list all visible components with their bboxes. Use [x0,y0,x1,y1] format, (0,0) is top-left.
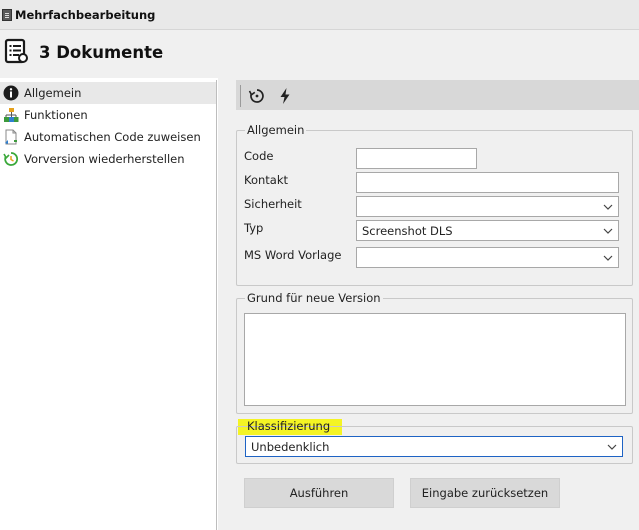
hierarchy-icon [2,106,20,124]
reset-input-button[interactable]: Eingabe zurücksetzen [410,478,560,508]
classification-value: Unbedenklich [251,439,330,454]
chevron-down-icon [607,444,617,450]
typ-select[interactable]: Screenshot DLS [356,220,619,241]
content-panel: Allgemein Code Kontakt Sicherheit Typ Sc… [218,78,639,530]
typ-value: Screenshot DLS [362,223,453,238]
execute-toolbar-button[interactable] [272,83,298,108]
window-title: Mehrfachbearbeitung [15,8,156,22]
classification-legend: Klassifizierung [247,419,331,433]
general-legend: Allgemein [245,123,307,137]
sidebar-item-label: Allgemein [24,86,82,100]
sidebar-item-label: Vorversion wiederherstellen [24,152,185,166]
sidebar: Allgemein Funktionen Automatischen Code … [0,80,217,530]
reason-textarea[interactable] [244,313,626,406]
execute-button[interactable]: Ausführen [244,478,394,508]
reset-button[interactable] [244,83,270,108]
sidebar-item-vorversion[interactable]: Vorversion wiederherstellen [0,148,216,170]
reset-icon [248,88,264,103]
document-code-icon [2,128,20,146]
code-label: Code [244,149,274,163]
toolbar-separator [240,85,241,107]
sidebar-item-automatischen-code[interactable]: Automatischen Code zuweisen [0,126,216,148]
code-input[interactable] [356,148,477,169]
page-title: 3 Dokumente [39,43,164,62]
sidebar-item-allgemein[interactable]: Allgemein [0,82,216,104]
sicherheit-select[interactable] [356,196,619,217]
chevron-down-icon [603,228,613,234]
chevron-down-icon [603,255,613,261]
chevron-down-icon [603,204,613,210]
kontakt-label: Kontakt [244,173,289,187]
app-icon [2,9,12,21]
restore-icon [2,150,20,168]
sidebar-item-label: Funktionen [24,108,88,122]
word-vorlage-label: MS Word Vorlage [244,248,342,262]
typ-label: Typ [244,221,264,235]
sidebar-item-funktionen[interactable]: Funktionen [0,104,216,126]
reason-legend: Grund für neue Version [245,291,383,305]
toolbar [236,80,639,110]
word-vorlage-select[interactable] [356,247,619,268]
kontakt-input[interactable] [356,172,619,193]
lightning-icon [280,87,290,104]
info-icon [2,84,20,102]
document-list-icon [4,38,28,64]
window-titlebar: Mehrfachbearbeitung [0,0,639,30]
sicherheit-label: Sicherheit [244,197,302,211]
classification-select[interactable]: Unbedenklich [245,436,623,457]
page-header: 3 Dokumente [0,30,639,78]
sidebar-item-label: Automatischen Code zuweisen [24,130,201,144]
